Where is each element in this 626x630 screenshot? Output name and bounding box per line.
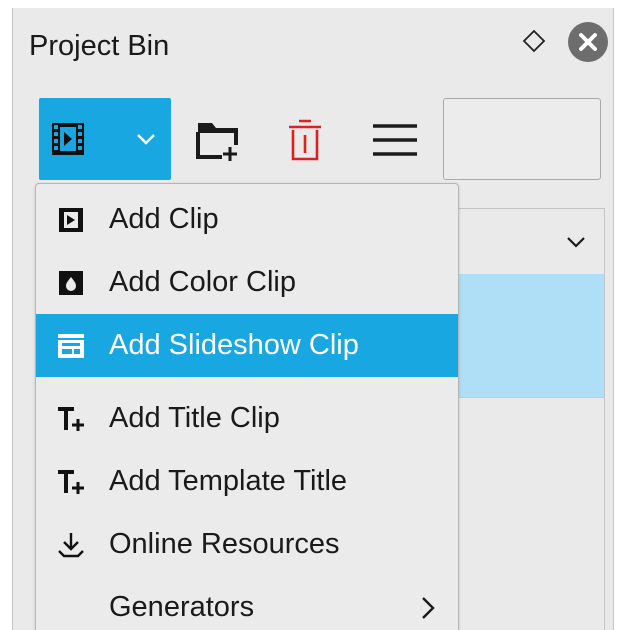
chevron-down-icon[interactable] <box>135 131 157 147</box>
menu-item-label: Add Title Clip <box>109 402 280 434</box>
menu-item-add-slideshow-clip[interactable]: Add Slideshow Clip <box>36 314 458 377</box>
diamond-icon <box>522 29 546 53</box>
hamburger-menu-icon <box>373 124 417 156</box>
menu-item-label: Add Clip <box>109 203 219 235</box>
menu-item-label: Online Resources <box>109 528 340 560</box>
menu-item-label: Add Color Clip <box>109 266 296 298</box>
menu-item-label: Generators <box>109 591 255 623</box>
chevron-down-icon[interactable] <box>566 235 586 249</box>
add-clip-menu-button[interactable] <box>39 98 171 180</box>
panel-title: Project Bin <box>29 30 170 62</box>
add-folder-button[interactable] <box>195 116 241 164</box>
project-bin-panel: Project Bin Add Clip Add Color Clip Add … <box>12 8 614 630</box>
delete-button[interactable] <box>285 116 325 164</box>
options-menu-button[interactable] <box>369 116 421 164</box>
chevron-right-icon <box>422 596 435 619</box>
menu-item-online-resources[interactable]: Online Resources <box>36 513 458 576</box>
slideshow-icon <box>56 331 86 361</box>
template-title-icon <box>56 467 86 497</box>
menu-item-add-color-clip[interactable]: Add Color Clip <box>36 251 458 314</box>
menu-item-label: Add Slideshow Clip <box>109 329 359 361</box>
film-clip-icon <box>52 123 84 155</box>
search-input[interactable] <box>443 98 601 180</box>
color-clip-icon <box>56 268 86 298</box>
menu-item-generators[interactable]: Generators <box>36 576 458 630</box>
download-icon <box>56 530 86 560</box>
trash-icon <box>289 119 321 161</box>
float-dock-button[interactable] <box>519 26 549 56</box>
menu-item-add-clip[interactable]: Add Clip <box>36 188 458 251</box>
folder-add-icon <box>196 123 238 161</box>
close-icon <box>579 33 597 51</box>
add-clip-dropdown-menu: Add Clip Add Color Clip Add Slideshow Cl… <box>35 183 459 630</box>
close-panel-button[interactable] <box>568 22 608 62</box>
title-icon <box>56 404 86 434</box>
menu-item-label: Add Template Title <box>109 465 348 497</box>
menu-item-add-template-title[interactable]: Add Template Title <box>36 450 458 513</box>
clip-icon <box>56 205 86 235</box>
menu-item-add-title-clip[interactable]: Add Title Clip <box>36 387 458 450</box>
